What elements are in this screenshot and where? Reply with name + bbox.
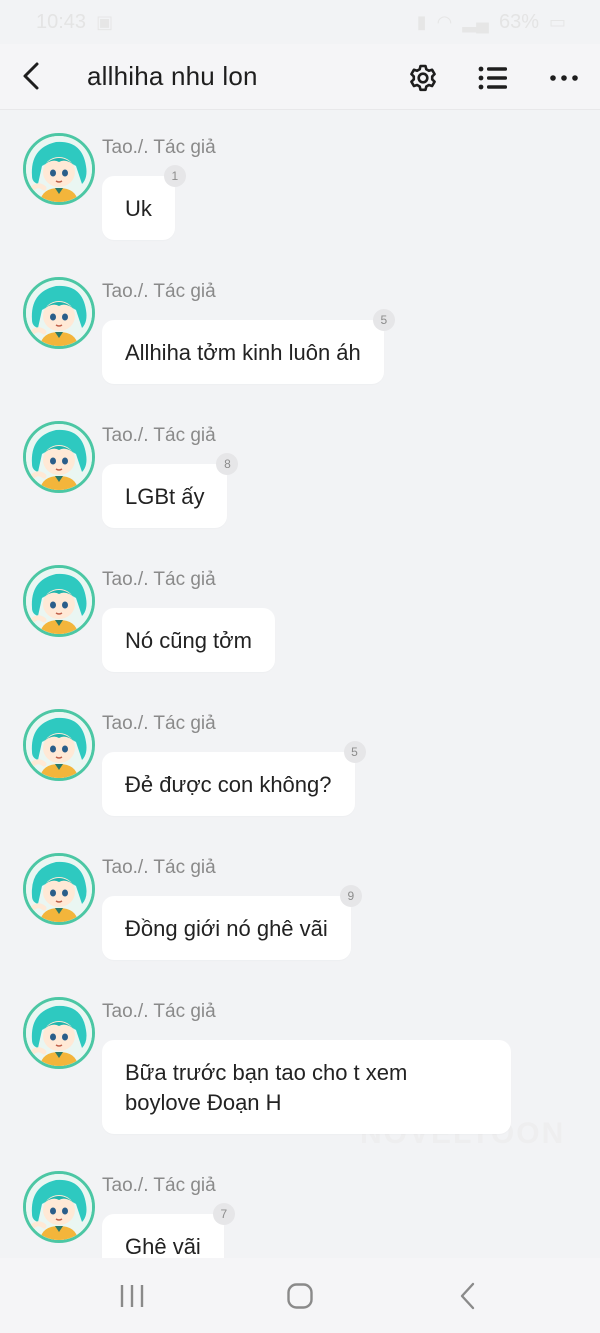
message-bubble[interactable]: Đồng giới nó ghê vãi 9 bbox=[102, 885, 362, 960]
message-text: Uk bbox=[125, 196, 152, 221]
avatar-illustration bbox=[26, 1000, 92, 1066]
chat-message: Tao./. Tác giả Nó cũng tởm bbox=[0, 543, 600, 683]
avatar-illustration bbox=[26, 712, 92, 778]
comment-count-badge[interactable]: 1 bbox=[163, 165, 186, 187]
avatar-illustration bbox=[26, 280, 92, 346]
back-arrow-icon bbox=[460, 1282, 475, 1310]
comment-count-badge[interactable]: 5 bbox=[343, 741, 366, 763]
author-name: Tao./. Tác giả bbox=[102, 425, 216, 446]
message-bubble[interactable]: Đẻ được con không? 5 bbox=[102, 741, 366, 816]
avatar[interactable] bbox=[23, 853, 95, 925]
avatar[interactable] bbox=[23, 277, 95, 349]
author-name: Tao./. Tác giả bbox=[102, 857, 216, 878]
message-text: Allhiha tởm kinh luôn áh bbox=[125, 340, 361, 365]
list-icon bbox=[478, 66, 507, 90]
chapter-list-button[interactable] bbox=[471, 56, 515, 100]
comment-count-badge[interactable]: 8 bbox=[216, 453, 239, 475]
author-name: Tao./. Tác giả bbox=[102, 713, 216, 734]
wifi-icon: ◠ bbox=[436, 11, 453, 32]
message-bubble[interactable]: LGBt ấy 8 bbox=[102, 453, 239, 528]
chat-message: Tao./. Tác giả Uk 1 bbox=[0, 111, 600, 251]
author-name: Tao./. Tác giả bbox=[102, 137, 216, 158]
recent-apps-icon bbox=[120, 1285, 144, 1307]
system-back-button[interactable] bbox=[438, 1274, 498, 1318]
avatar-illustration bbox=[26, 136, 92, 202]
message-text: Nó cũng tởm bbox=[125, 628, 252, 653]
more-button[interactable] bbox=[542, 56, 586, 100]
message-text: LGBt ấy bbox=[125, 484, 205, 509]
comment-count-badge[interactable]: 5 bbox=[372, 309, 395, 331]
recent-apps-button[interactable] bbox=[102, 1274, 162, 1318]
chat-message: Tao./. Tác giả Đẻ được con không? 5 bbox=[0, 687, 600, 827]
message-text: Đẻ được con không? bbox=[125, 772, 332, 797]
chat-list[interactable]: NOVELTOON Tao./. Tác giảUk1 Tao./. Tác g… bbox=[0, 111, 600, 1258]
message-bubble[interactable]: Ghê vãi 7 bbox=[102, 1203, 235, 1258]
status-time: 10:43 bbox=[36, 10, 87, 33]
chat-message: Tao./. Tác giả Allhiha tởm kinh luôn áh 5 bbox=[0, 255, 600, 395]
author-name: Tao./. Tác giả bbox=[102, 1001, 216, 1022]
avatar[interactable] bbox=[23, 421, 95, 493]
avatar[interactable] bbox=[23, 1171, 95, 1243]
back-button[interactable] bbox=[12, 56, 52, 96]
home-button[interactable] bbox=[270, 1274, 330, 1318]
author-name: Tao./. Tác giả bbox=[102, 1175, 216, 1196]
message-text: Bữa trước bạn tao cho t xem boylove Đoạn… bbox=[125, 1060, 408, 1115]
message-bubble[interactable]: Allhiha tởm kinh luôn áh 5 bbox=[102, 309, 395, 384]
chat-message: Tao./. Tác giả Đồng giới nó ghê vãi 9 bbox=[0, 831, 600, 971]
message-text: Ghê vãi bbox=[125, 1234, 201, 1258]
author-name: Tao./. Tác giả bbox=[102, 281, 216, 302]
battery-icon: ▭ bbox=[548, 11, 566, 32]
avatar-illustration bbox=[26, 1174, 92, 1240]
battery-level: 63% bbox=[498, 10, 539, 33]
avatar-illustration bbox=[26, 856, 92, 922]
chevron-left-icon bbox=[23, 62, 39, 90]
gear-icon bbox=[410, 64, 436, 92]
author-name: Tao./. Tác giả bbox=[102, 569, 216, 590]
avatar[interactable] bbox=[23, 133, 95, 205]
avatar-illustration bbox=[26, 424, 92, 490]
avatar[interactable] bbox=[23, 709, 95, 781]
top-bar: allhiha nhu lon bbox=[0, 44, 600, 110]
chat-message: Tao./. Tác giả Bữa trước bạn tao cho t xe… bbox=[0, 975, 600, 1134]
message-bubble[interactable]: Nó cũng tởm bbox=[102, 608, 275, 672]
notification-icon: ▣ bbox=[96, 11, 114, 32]
message-bubble[interactable]: Uk 1 bbox=[102, 165, 186, 240]
message-text: Đồng giới nó ghê vãi bbox=[125, 916, 328, 941]
settings-button[interactable] bbox=[401, 56, 445, 100]
signal-icon: ▂▄ bbox=[462, 11, 489, 32]
avatar[interactable] bbox=[23, 997, 95, 1069]
comment-count-badge[interactable]: 9 bbox=[339, 885, 362, 907]
status-bar: 10:43 ▣ ▮ ◠ ▂▄ 63% ▭ bbox=[0, 0, 600, 44]
avatar-illustration bbox=[26, 568, 92, 634]
page-title: allhiha nhu lon bbox=[87, 61, 258, 91]
message-bubble[interactable]: Bữa trước bạn tao cho t xem boylove Đoạn… bbox=[102, 1040, 511, 1134]
battery-saver-icon: ▮ bbox=[416, 11, 427, 32]
comment-count-badge[interactable]: 7 bbox=[212, 1203, 235, 1225]
system-nav-bar bbox=[0, 1258, 600, 1333]
chat-message: Tao./. Tác giả LGBt ấy 8 bbox=[0, 399, 600, 539]
home-icon bbox=[287, 1283, 313, 1309]
avatar[interactable] bbox=[23, 565, 95, 637]
more-horizontal-icon bbox=[550, 75, 578, 81]
chat-message: Tao./. Tác giả Ghê vãi 7 bbox=[0, 1149, 600, 1258]
